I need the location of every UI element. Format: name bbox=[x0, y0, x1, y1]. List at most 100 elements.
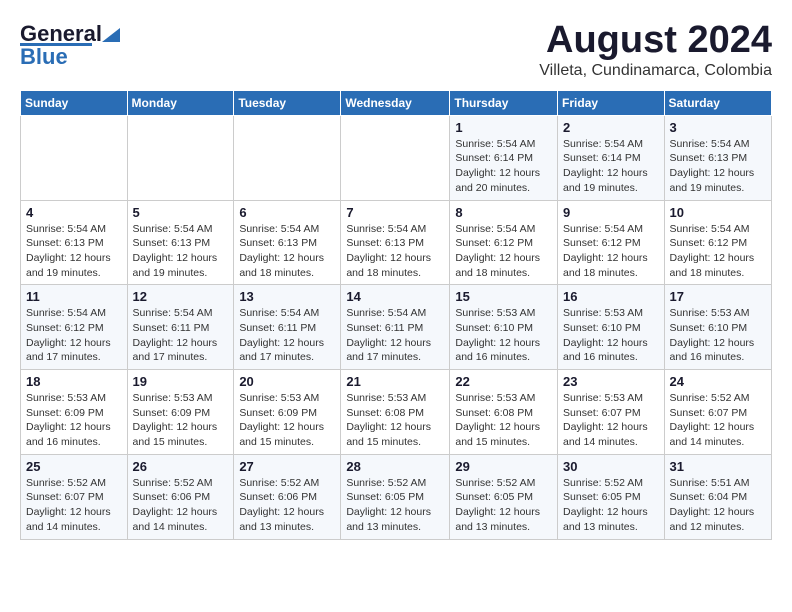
day-info: Sunrise: 5:52 AM Sunset: 6:07 PM Dayligh… bbox=[26, 476, 122, 535]
day-number: 17 bbox=[670, 289, 766, 304]
day-number: 23 bbox=[563, 374, 659, 389]
day-number: 27 bbox=[239, 459, 335, 474]
calendar-cell: 11 Sunrise: 5:54 AM Sunset: 6:12 PM Dayli… bbox=[21, 285, 128, 370]
calendar-week-row: 1 Sunrise: 5:54 AM Sunset: 6:14 PM Daylig… bbox=[21, 115, 772, 200]
weekday-header-monday: Monday bbox=[127, 90, 234, 115]
calendar-cell: 8Sunrise: 5:54 AM Sunset: 6:12 PM Daylig… bbox=[450, 200, 558, 285]
calendar-cell: 22 Sunrise: 5:53 AM Sunset: 6:08 PM Dayli… bbox=[450, 370, 558, 455]
day-number: 26 bbox=[133, 459, 229, 474]
day-info: Sunrise: 5:52 AM Sunset: 6:07 PM Dayligh… bbox=[670, 391, 766, 450]
calendar-cell: 28 Sunrise: 5:52 AM Sunset: 6:05 PM Dayli… bbox=[341, 454, 450, 539]
calendar-cell: 31Sunrise: 5:51 AM Sunset: 6:04 PM Dayli… bbox=[664, 454, 771, 539]
calendar-cell bbox=[341, 115, 450, 200]
day-number: 6 bbox=[239, 205, 335, 220]
day-number: 20 bbox=[239, 374, 335, 389]
calendar-cell bbox=[21, 115, 128, 200]
day-number: 31 bbox=[670, 459, 766, 474]
calendar-cell: 3 Sunrise: 5:54 AM Sunset: 6:13 PM Daylig… bbox=[664, 115, 771, 200]
calendar-week-row: 4 Sunrise: 5:54 AM Sunset: 6:13 PM Daylig… bbox=[21, 200, 772, 285]
calendar-cell: 15 Sunrise: 5:53 AM Sunset: 6:10 PM Dayli… bbox=[450, 285, 558, 370]
calendar-cell: 17 Sunrise: 5:53 AM Sunset: 6:10 PM Dayli… bbox=[664, 285, 771, 370]
calendar-cell bbox=[127, 115, 234, 200]
day-info: Sunrise: 5:54 AM Sunset: 6:12 PM Dayligh… bbox=[670, 222, 766, 281]
calendar-cell: 9 Sunrise: 5:54 AM Sunset: 6:12 PM Daylig… bbox=[558, 200, 665, 285]
day-info: Sunrise: 5:53 AM Sunset: 6:08 PM Dayligh… bbox=[455, 391, 552, 450]
day-info: Sunrise: 5:53 AM Sunset: 6:10 PM Dayligh… bbox=[455, 306, 552, 365]
logo-arrow-icon bbox=[102, 20, 120, 42]
day-info: Sunrise: 5:54 AM Sunset: 6:12 PM Dayligh… bbox=[563, 222, 659, 281]
calendar-week-row: 11 Sunrise: 5:54 AM Sunset: 6:12 PM Dayli… bbox=[21, 285, 772, 370]
calendar-cell: 13Sunrise: 5:54 AM Sunset: 6:11 PM Dayli… bbox=[234, 285, 341, 370]
day-info: Sunrise: 5:54 AM Sunset: 6:13 PM Dayligh… bbox=[239, 222, 335, 281]
day-number: 5 bbox=[133, 205, 229, 220]
calendar-cell: 4Sunrise: 5:54 AM Sunset: 6:13 PM Daylig… bbox=[21, 200, 128, 285]
day-info: Sunrise: 5:52 AM Sunset: 6:05 PM Dayligh… bbox=[455, 476, 552, 535]
day-info: Sunrise: 5:52 AM Sunset: 6:05 PM Dayligh… bbox=[563, 476, 659, 535]
day-number: 19 bbox=[133, 374, 229, 389]
calendar-cell: 2Sunrise: 5:54 AM Sunset: 6:14 PM Daylig… bbox=[558, 115, 665, 200]
day-number: 8 bbox=[455, 205, 552, 220]
logo: General Blue bbox=[20, 20, 120, 70]
day-number: 1 bbox=[455, 120, 552, 135]
calendar-cell: 14 Sunrise: 5:54 AM Sunset: 6:11 PM Dayli… bbox=[341, 285, 450, 370]
day-info: Sunrise: 5:53 AM Sunset: 6:10 PM Dayligh… bbox=[670, 306, 766, 365]
day-number: 4 bbox=[26, 205, 122, 220]
calendar-cell: 26 Sunrise: 5:52 AM Sunset: 6:06 PM Dayli… bbox=[127, 454, 234, 539]
calendar-cell: 25 Sunrise: 5:52 AM Sunset: 6:07 PM Dayli… bbox=[21, 454, 128, 539]
day-info: Sunrise: 5:53 AM Sunset: 6:09 PM Dayligh… bbox=[239, 391, 335, 450]
calendar-table: SundayMondayTuesdayWednesdayThursdayFrid… bbox=[20, 90, 772, 540]
calendar-cell: 19Sunrise: 5:53 AM Sunset: 6:09 PM Dayli… bbox=[127, 370, 234, 455]
day-number: 9 bbox=[563, 205, 659, 220]
calendar-cell: 16Sunrise: 5:53 AM Sunset: 6:10 PM Dayli… bbox=[558, 285, 665, 370]
day-info: Sunrise: 5:54 AM Sunset: 6:11 PM Dayligh… bbox=[133, 306, 229, 365]
day-number: 10 bbox=[670, 205, 766, 220]
day-info: Sunrise: 5:54 AM Sunset: 6:13 PM Dayligh… bbox=[670, 137, 766, 196]
weekday-header-tuesday: Tuesday bbox=[234, 90, 341, 115]
calendar-cell: 29 Sunrise: 5:52 AM Sunset: 6:05 PM Dayli… bbox=[450, 454, 558, 539]
calendar-cell: 12 Sunrise: 5:54 AM Sunset: 6:11 PM Dayli… bbox=[127, 285, 234, 370]
calendar-cell: 6 Sunrise: 5:54 AM Sunset: 6:13 PM Daylig… bbox=[234, 200, 341, 285]
day-number: 14 bbox=[346, 289, 444, 304]
calendar-week-row: 18Sunrise: 5:53 AM Sunset: 6:09 PM Dayli… bbox=[21, 370, 772, 455]
title-block: August 2024 Villeta, Cundinamarca, Colom… bbox=[539, 20, 772, 80]
day-info: Sunrise: 5:52 AM Sunset: 6:06 PM Dayligh… bbox=[239, 476, 335, 535]
page-title: August 2024 bbox=[539, 20, 772, 62]
day-number: 28 bbox=[346, 459, 444, 474]
day-number: 15 bbox=[455, 289, 552, 304]
calendar-cell: 30 Sunrise: 5:52 AM Sunset: 6:05 PM Dayli… bbox=[558, 454, 665, 539]
day-number: 25 bbox=[26, 459, 122, 474]
day-info: Sunrise: 5:54 AM Sunset: 6:14 PM Dayligh… bbox=[455, 137, 552, 196]
day-info: Sunrise: 5:53 AM Sunset: 6:07 PM Dayligh… bbox=[563, 391, 659, 450]
day-number: 30 bbox=[563, 459, 659, 474]
day-info: Sunrise: 5:54 AM Sunset: 6:11 PM Dayligh… bbox=[346, 306, 444, 365]
day-info: Sunrise: 5:53 AM Sunset: 6:08 PM Dayligh… bbox=[346, 391, 444, 450]
calendar-cell bbox=[234, 115, 341, 200]
day-info: Sunrise: 5:53 AM Sunset: 6:10 PM Dayligh… bbox=[563, 306, 659, 365]
calendar-cell: 7 Sunrise: 5:54 AM Sunset: 6:13 PM Daylig… bbox=[341, 200, 450, 285]
calendar-cell: 27 Sunrise: 5:52 AM Sunset: 6:06 PM Dayli… bbox=[234, 454, 341, 539]
day-info: Sunrise: 5:54 AM Sunset: 6:13 PM Dayligh… bbox=[346, 222, 444, 281]
weekday-header-row: SundayMondayTuesdayWednesdayThursdayFrid… bbox=[21, 90, 772, 115]
day-info: Sunrise: 5:54 AM Sunset: 6:14 PM Dayligh… bbox=[563, 137, 659, 196]
page-header: General Blue August 2024 Villeta, Cundin… bbox=[20, 20, 772, 80]
calendar-cell: 10 Sunrise: 5:54 AM Sunset: 6:12 PM Dayli… bbox=[664, 200, 771, 285]
day-info: Sunrise: 5:52 AM Sunset: 6:06 PM Dayligh… bbox=[133, 476, 229, 535]
day-info: Sunrise: 5:53 AM Sunset: 6:09 PM Dayligh… bbox=[26, 391, 122, 450]
weekday-header-friday: Friday bbox=[558, 90, 665, 115]
day-number: 12 bbox=[133, 289, 229, 304]
calendar-cell: 23 Sunrise: 5:53 AM Sunset: 6:07 PM Dayli… bbox=[558, 370, 665, 455]
logo-blue: Blue bbox=[20, 44, 68, 70]
calendar-cell: 21Sunrise: 5:53 AM Sunset: 6:08 PM Dayli… bbox=[341, 370, 450, 455]
weekday-header-wednesday: Wednesday bbox=[341, 90, 450, 115]
day-number: 7 bbox=[346, 205, 444, 220]
day-number: 11 bbox=[26, 289, 122, 304]
day-number: 3 bbox=[670, 120, 766, 135]
day-number: 22 bbox=[455, 374, 552, 389]
calendar-cell: 18Sunrise: 5:53 AM Sunset: 6:09 PM Dayli… bbox=[21, 370, 128, 455]
day-number: 29 bbox=[455, 459, 552, 474]
day-info: Sunrise: 5:54 AM Sunset: 6:12 PM Dayligh… bbox=[26, 306, 122, 365]
calendar-cell: 20 Sunrise: 5:53 AM Sunset: 6:09 PM Dayli… bbox=[234, 370, 341, 455]
day-info: Sunrise: 5:52 AM Sunset: 6:05 PM Dayligh… bbox=[346, 476, 444, 535]
calendar-week-row: 25 Sunrise: 5:52 AM Sunset: 6:07 PM Dayli… bbox=[21, 454, 772, 539]
weekday-header-thursday: Thursday bbox=[450, 90, 558, 115]
